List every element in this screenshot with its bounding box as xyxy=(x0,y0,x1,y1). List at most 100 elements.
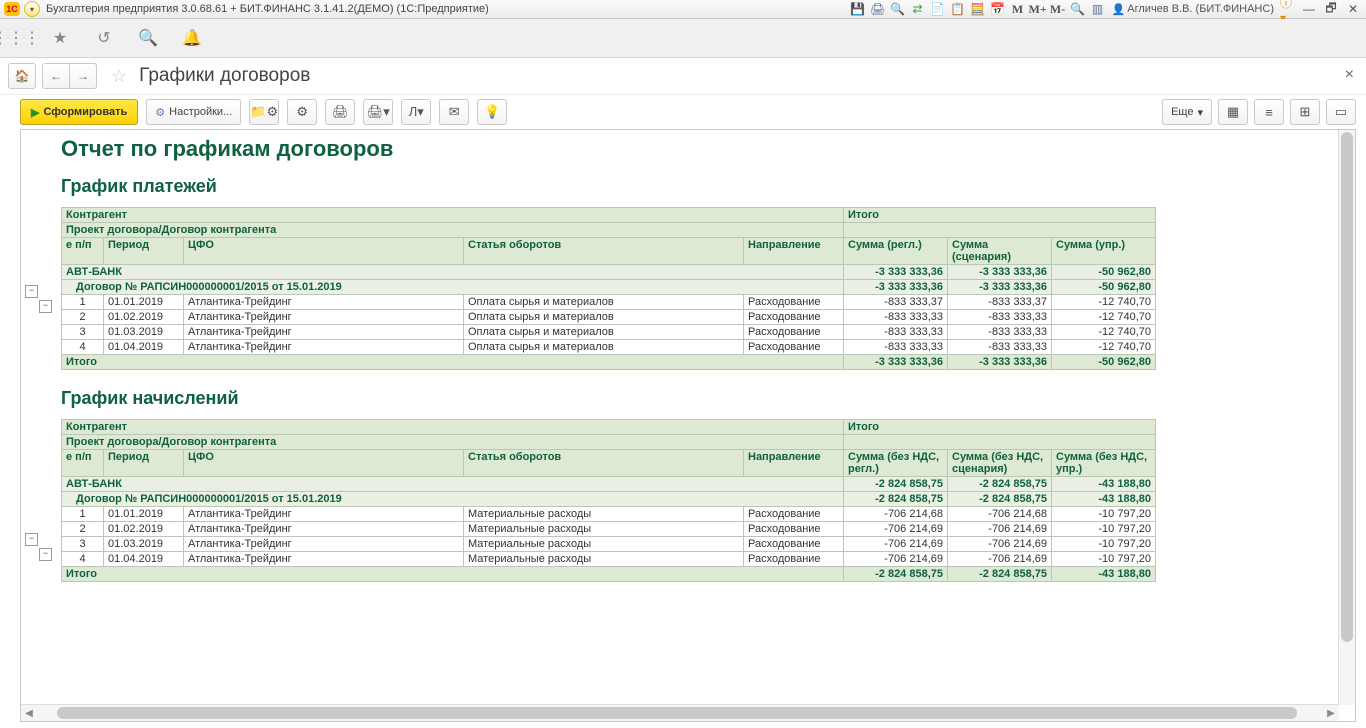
nav-back-button[interactable]: ← xyxy=(42,63,70,89)
cell-np: 1 xyxy=(62,295,104,310)
calculator-icon[interactable]: 🧮 xyxy=(970,1,986,17)
search-icon[interactable]: 🔍 xyxy=(138,28,158,48)
send-button[interactable]: ✉ xyxy=(439,99,469,125)
table-row[interactable]: 301.03.2019Атлантика-ТрейдингМатериальны… xyxy=(62,537,1156,552)
save-icon[interactable]: 💾 xyxy=(850,1,866,17)
cell-s2: -706 214,68 xyxy=(948,507,1052,522)
paste-icon[interactable]: 📋 xyxy=(950,1,966,17)
cell-s3: -10 797,20 xyxy=(1052,552,1156,567)
cell-stat: Материальные расходы xyxy=(464,522,744,537)
app-logo-1c: 1C xyxy=(4,2,20,16)
tree-collapse-node[interactable]: − xyxy=(39,548,52,561)
settings-button[interactable]: ⚙Настройки... xyxy=(146,99,241,125)
current-user[interactable]: 👤 Агличев В.В. (БИТ.ФИНАНС) xyxy=(1110,1,1276,17)
section2-table: КонтрагентИтого Проект договора/Договор … xyxy=(61,419,1156,582)
history-icon[interactable]: ↺ xyxy=(94,28,114,48)
table-row[interactable]: 301.03.2019Атлантика-ТрейдингОплата сырь… xyxy=(62,325,1156,340)
section1-title: График платежей xyxy=(61,176,1339,197)
apps-icon[interactable]: ⋮⋮⋮ xyxy=(6,28,26,48)
print-icon[interactable]: 🖨 xyxy=(870,1,886,17)
table-row[interactable]: 201.02.2019Атлантика-ТрейдингОплата сырь… xyxy=(62,310,1156,325)
favorite-star-icon[interactable]: ☆ xyxy=(111,66,127,87)
cell-s1: -833 333,33 xyxy=(844,325,948,340)
memory-mplus-button[interactable]: M+ xyxy=(1030,1,1046,17)
expand-columns-button[interactable]: ▦ xyxy=(1218,99,1248,125)
hdr-project: Проект договора/Договор контрагента xyxy=(62,435,844,450)
favorites-icon[interactable]: ★ xyxy=(50,28,70,48)
window-restore-button[interactable]: 🗗 xyxy=(1322,2,1340,16)
save-as-button[interactable]: Л▾ xyxy=(401,99,431,125)
tree-collapse-node[interactable]: − xyxy=(39,300,52,313)
home-button[interactable]: 🏠 xyxy=(8,63,36,89)
notifications-icon[interactable]: 🔔 xyxy=(182,28,202,48)
table-row[interactable]: 401.04.2019Атлантика-ТрейдингОплата сырь… xyxy=(62,340,1156,355)
vertical-scrollbar[interactable] xyxy=(1338,130,1355,705)
hscroll-left-button[interactable]: ◀ xyxy=(21,705,37,721)
cell-np: 2 xyxy=(62,310,104,325)
run-report-button[interactable]: ▶Сформировать xyxy=(20,99,138,125)
calendar-icon[interactable]: 📅 xyxy=(990,1,1006,17)
col-s1: Сумма (без НДС, регл.) xyxy=(844,450,948,477)
nav-forward-button[interactable]: → xyxy=(70,63,97,89)
hints-button[interactable]: 💡 xyxy=(477,99,507,125)
table-row[interactable]: 401.04.2019Атлантика-ТрейдингМатериальны… xyxy=(62,552,1156,567)
panels-icon[interactable]: ▥ xyxy=(1090,1,1106,17)
total-label: Итого xyxy=(62,355,844,370)
expand-groups-button[interactable]: ⊞ xyxy=(1290,99,1320,125)
table-row[interactable]: 201.02.2019Атлантика-ТрейдингМатериальны… xyxy=(62,522,1156,537)
memory-m-button[interactable]: M xyxy=(1010,1,1026,17)
layout-button[interactable]: ▭ xyxy=(1326,99,1356,125)
cell-s3: -10 797,20 xyxy=(1052,522,1156,537)
cell-period: 01.01.2019 xyxy=(104,295,184,310)
col-dir: Направление xyxy=(744,450,844,477)
page-title: Графики договоров xyxy=(139,65,310,87)
print-dropdown-button[interactable]: 🖨▾ xyxy=(363,99,393,125)
compare-icon[interactable]: ⇄ xyxy=(910,1,926,17)
cell-s2: -833 333,33 xyxy=(948,310,1052,325)
variant-select-button[interactable]: 📁⚙ xyxy=(249,99,279,125)
copy-icon[interactable]: 📄 xyxy=(930,1,946,17)
hscroll-right-button[interactable]: ▶ xyxy=(1323,705,1339,721)
table-row[interactable]: 101.01.2019Атлантика-ТрейдингМатериальны… xyxy=(62,507,1156,522)
group-row[interactable]: АВТ-БАНК -3 333 333,36 -3 333 333,36 -50… xyxy=(62,265,1156,280)
hdr-total: Итого xyxy=(844,208,1156,223)
collapse-groups-button[interactable]: ≡ xyxy=(1254,99,1284,125)
cell-dir: Расходование xyxy=(744,340,844,355)
col-stat: Статья оборотов xyxy=(464,450,744,477)
action-toolbar: ▶Сформировать ⚙Настройки... 📁⚙ ⚙ 🖨 🖨▾ Л▾… xyxy=(0,95,1366,129)
print-button[interactable]: 🖨 xyxy=(325,99,355,125)
app-menu-dropdown[interactable]: ▾ xyxy=(24,1,40,17)
group-row[interactable]: АВТ-БАНК -2 824 858,75 -2 824 858,75 -43… xyxy=(62,477,1156,492)
horizontal-scroll-thumb[interactable] xyxy=(57,707,1297,719)
contract-row[interactable]: Договор № РАПСИН000000001/2015 от 15.01.… xyxy=(62,492,1156,507)
cell-s1: -833 333,37 xyxy=(844,295,948,310)
window-close-button[interactable]: ✕ xyxy=(1344,2,1362,16)
cell-cfo: Атлантика-Трейдинг xyxy=(184,295,464,310)
app-title: Бухгалтерия предприятия 3.0.68.61 + БИТ.… xyxy=(46,3,489,15)
contract-row[interactable]: Договор № РАПСИН000000001/2015 от 15.01.… xyxy=(62,280,1156,295)
cell-s1: -706 214,68 xyxy=(844,507,948,522)
variant-settings-button[interactable]: ⚙ xyxy=(287,99,317,125)
cell-stat: Оплата сырья и материалов xyxy=(464,310,744,325)
cell-np: 3 xyxy=(62,325,104,340)
window-minimize-button[interactable]: — xyxy=(1300,2,1318,16)
cell-stat: Оплата сырья и материалов xyxy=(464,325,744,340)
vertical-scroll-thumb[interactable] xyxy=(1341,132,1353,642)
section1-table: КонтрагентИтого Проект договора/Договор … xyxy=(61,207,1156,370)
cell-period: 01.03.2019 xyxy=(104,325,184,340)
play-icon: ▶ xyxy=(31,106,39,119)
zoom-icon[interactable]: 🔍 xyxy=(1070,1,1086,17)
tree-collapse-node[interactable]: − xyxy=(25,533,38,546)
cell-np: 4 xyxy=(62,552,104,567)
more-label: Еще xyxy=(1171,106,1193,118)
tree-collapse-node[interactable]: − xyxy=(25,285,38,298)
table-row[interactable]: 101.01.2019Атлантика-ТрейдингОплата сырь… xyxy=(62,295,1156,310)
gear-icon: ⚙ xyxy=(155,106,165,119)
info-icon[interactable]: ⓘ ▾ xyxy=(1280,1,1296,17)
memory-mminus-button[interactable]: M- xyxy=(1050,1,1066,17)
cell-cfo: Атлантика-Трейдинг xyxy=(184,537,464,552)
page-close-button[interactable]: × xyxy=(1345,66,1354,84)
preview-icon[interactable]: 🔍 xyxy=(890,1,906,17)
more-button[interactable]: Еще ▾ xyxy=(1162,99,1212,125)
horizontal-scrollbar[interactable]: ◀ ▶ xyxy=(21,704,1339,721)
